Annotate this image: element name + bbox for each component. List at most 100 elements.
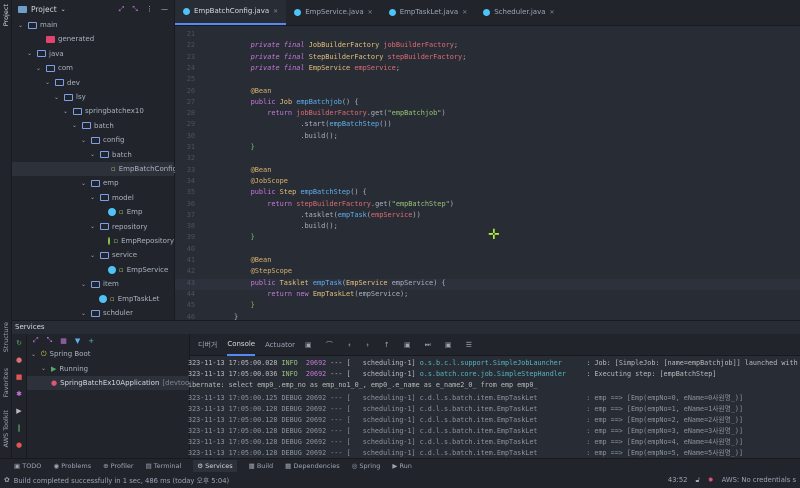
chevron-down-icon[interactable]: ⌄ [18, 22, 25, 29]
expand-all-icon[interactable]: ⤢ [33, 336, 39, 345]
chevron-down-icon[interactable]: ⌄ [61, 6, 66, 13]
tree-item-config[interactable]: ⌄ config [12, 133, 174, 147]
tab-scheduler-java[interactable]: Scheduler.java ✕ [475, 0, 562, 25]
code-line[interactable]: private final EmpService empService; [234, 64, 400, 72]
chevron-down-icon[interactable]: ⌄ [90, 151, 97, 158]
tab-build[interactable]: ▦ Build [249, 462, 274, 470]
chevron-down-icon[interactable]: ⌄ [36, 65, 43, 72]
code-line[interactable]: private final JobBuilderFactory jobBuild… [234, 41, 458, 49]
new-service-icon[interactable]: + [88, 337, 94, 345]
group-icon[interactable]: ▦ [60, 337, 67, 345]
tab-spring[interactable]: ◎ Spring [352, 462, 381, 470]
code-line[interactable]: public Step empBatchStep() { [234, 188, 367, 196]
tab-run[interactable]: ▶ Run [392, 462, 412, 470]
tree-item-service[interactable]: ⌄ service [12, 248, 174, 262]
code-line[interactable]: @Bean [234, 256, 272, 264]
code-line[interactable]: .build(); [234, 222, 337, 230]
pause-icon[interactable]: ‖ [17, 424, 21, 432]
code-line[interactable]: return new EmpTaskLet(empService); [234, 290, 408, 298]
chevron-down-icon[interactable]: ⌄ [31, 351, 38, 358]
tree-item-main[interactable]: ⌄ main [12, 18, 174, 32]
aws-credentials[interactable]: AWS: No credentials s [722, 476, 796, 485]
chevron-down-icon[interactable]: ⌄ [41, 365, 48, 372]
code-line[interactable]: return stepBuilderFactory.get("empBatchS… [234, 200, 454, 208]
code-editor[interactable]: 21 22 private final JobBuilderFactory job… [175, 26, 800, 321]
tree-item-com[interactable]: ⌄ com [12, 61, 174, 75]
lock-icon[interactable]: 🔓︎ [696, 476, 700, 485]
tab-profiler[interactable]: ⊕ Profiler [103, 462, 133, 470]
chevron-down-icon[interactable]: ⌄ [81, 281, 88, 288]
cursor-position[interactable]: 43:52 [668, 476, 688, 485]
code-line[interactable]: return jobBuilderFactory.get("empBatchjo… [234, 109, 445, 117]
tree-item-batch[interactable]: ⌄ batch [12, 119, 174, 133]
service-item[interactable]: ⌄ ⏻ Spring Boot [27, 347, 189, 361]
tab-console[interactable]: Console [227, 334, 256, 356]
tree-item-lsy[interactable]: ⌄ lsy [12, 90, 174, 104]
chevron-down-icon[interactable]: ⌄ [81, 310, 88, 317]
favorites-tool-tab[interactable]: Favorites [2, 368, 10, 397]
tab-empservice-java[interactable]: EmpService.java ✕ [286, 0, 380, 25]
chevron-down-icon[interactable]: ⌄ [72, 122, 79, 129]
code-line[interactable]: } [234, 233, 255, 241]
debug-icon[interactable]: ● [16, 356, 22, 364]
tree-item-emp[interactable]: ▫ Emp [12, 205, 174, 219]
tab-terminal[interactable]: ▤ Terminal [146, 462, 182, 470]
tree-item-schduler[interactable]: ⌄ schduler [12, 306, 174, 320]
tab-empbatchconfig-java[interactable]: EmpBatchConfig.java ✕ [175, 0, 287, 25]
tree-item-emprepository[interactable]: ▫ EmpRepository [12, 234, 174, 248]
tab-dependencies[interactable]: ▦ Dependencies [285, 462, 339, 470]
tree-item-emptasklet[interactable]: ▫ EmpTaskLet [12, 292, 174, 306]
code-line[interactable]: .tasklet(empTask(empService)) [234, 211, 420, 219]
filter-icon[interactable]: ▼ [75, 337, 80, 345]
tree-item-model[interactable]: ⌄ model [12, 191, 174, 205]
tab-emptasklet-java[interactable]: EmpTaskLet.java ✕ [381, 0, 476, 25]
project-tool-tab[interactable]: Project [2, 4, 10, 26]
tab-services[interactable]: ⚙ Services [193, 459, 237, 472]
tree-item-dev[interactable]: ⌄ dev [12, 76, 174, 90]
tree-item-emp[interactable]: ⌄ emp [12, 176, 174, 190]
hide-icon[interactable]: — [161, 5, 168, 14]
tab-debugger[interactable]: 디버거 [198, 340, 217, 350]
chevron-down-icon[interactable]: ⌄ [90, 223, 97, 230]
tree-item-generated[interactable]: generated [12, 32, 174, 46]
structure-tool-tab[interactable]: Structure [2, 322, 10, 352]
tree-item-empservice[interactable]: ▫ EmpService [12, 263, 174, 277]
aws-toolkit-tool-tab[interactable]: AWS Toolkit [2, 410, 10, 447]
options-icon[interactable]: ⋮ [146, 5, 153, 14]
code-line[interactable]: public Tasklet empTask(EmpService empSer… [234, 279, 446, 287]
tree-item-springbatchex10[interactable]: ⌄ springbatchex10 [12, 104, 174, 118]
chevron-down-icon[interactable]: ⌄ [90, 194, 97, 201]
tab-actuator[interactable]: Actuator [265, 341, 295, 349]
chevron-down-icon[interactable]: ⌄ [45, 79, 52, 86]
console-toolbar-icons[interactable]: ▣ ⌒ ⍖ ⍖ ↑ ▣ ⏭ ▣ ☰ [305, 340, 478, 350]
tab-todo[interactable]: ▣ TODO [14, 462, 41, 470]
code-line[interactable]: } [234, 301, 255, 309]
chevron-down-icon[interactable]: ⌄ [81, 137, 88, 144]
code-line[interactable]: .start(empBatchStep()) [234, 120, 391, 128]
rerun-icon[interactable]: ↻ [16, 339, 22, 347]
code-line[interactable]: @JobScope [234, 177, 288, 185]
code-line[interactable]: private final StepBuilderFactory stepBui… [234, 53, 467, 61]
tree-item-batch[interactable]: ⌄ batch [12, 148, 174, 162]
code-line[interactable]: } [234, 143, 255, 151]
tree-item-empbatchconfig[interactable]: ▫ EmpBatchConfig [12, 162, 177, 176]
project-view-selector[interactable]: Project [31, 5, 57, 14]
code-line[interactable]: @StepScope [234, 267, 293, 275]
service-item[interactable]: ● SpringBatchEx10Application [devtools] [27, 376, 198, 390]
chevron-down-icon[interactable]: ⌄ [54, 94, 61, 101]
tree-item-item[interactable]: ⌄ item [12, 277, 174, 291]
settings-icon[interactable]: ✱ [16, 390, 22, 398]
close-icon[interactable]: ✕ [462, 9, 467, 16]
stop-icon[interactable]: ■ [16, 373, 23, 381]
code-line[interactable]: @Bean [234, 166, 272, 174]
close-icon[interactable]: ✕ [273, 8, 278, 15]
code-line[interactable]: public Job empBatchjob() { [234, 98, 359, 106]
chevron-down-icon[interactable]: ⌄ [90, 252, 97, 259]
resume-icon[interactable]: ▶ [16, 407, 21, 415]
collapse-all-icon[interactable]: ⤡ [47, 336, 53, 345]
chevron-down-icon[interactable]: ⌄ [63, 108, 70, 115]
close-icon[interactable]: ✕ [550, 9, 555, 16]
code-line[interactable]: .build(); [234, 132, 337, 140]
close-icon[interactable]: ✕ [368, 9, 373, 16]
code-line[interactable]: @Bean [234, 87, 272, 95]
